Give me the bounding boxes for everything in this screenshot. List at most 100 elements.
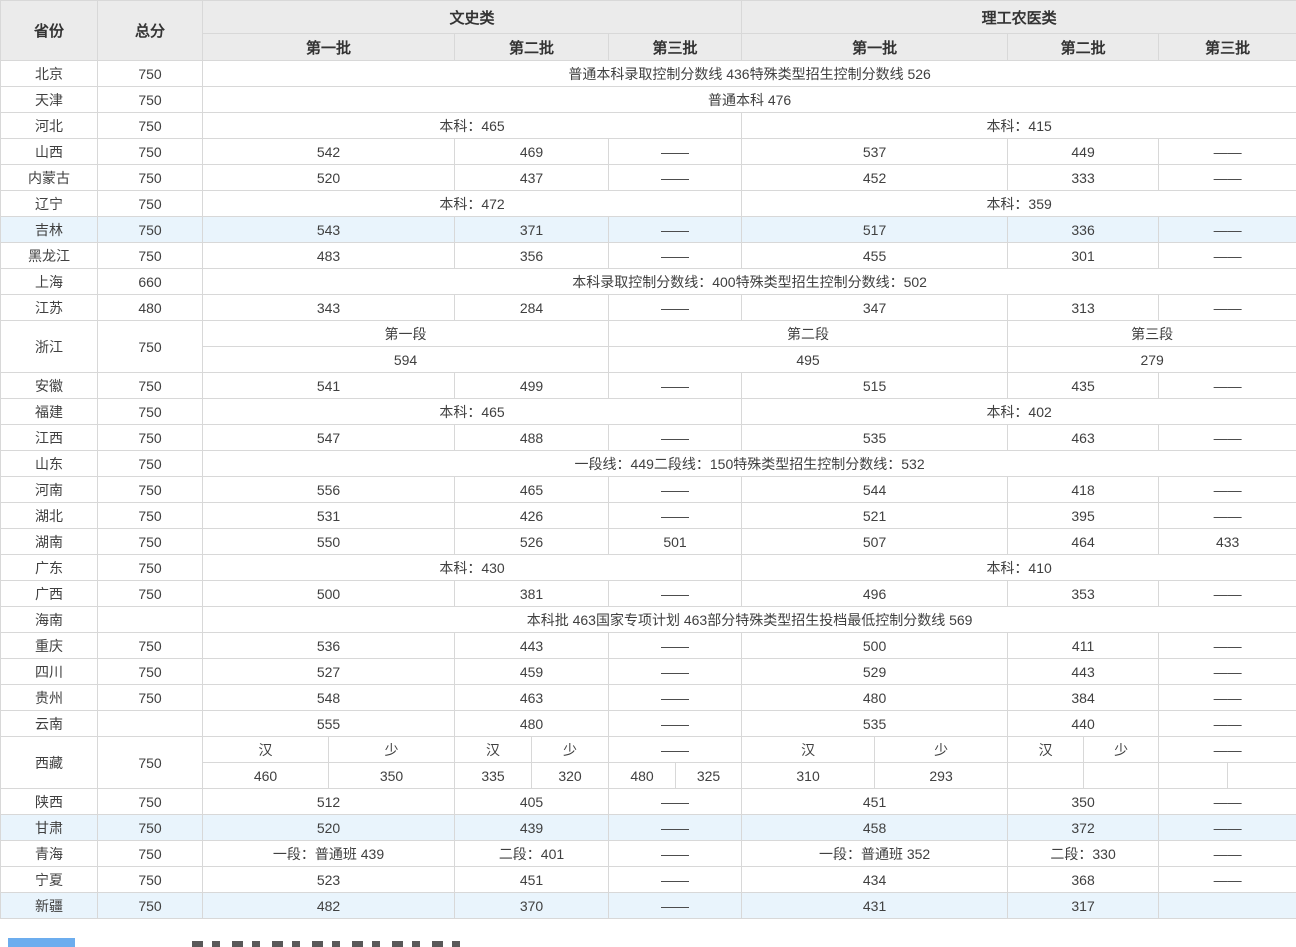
score-cell: —— xyxy=(1159,165,1296,191)
province-cell: 宁夏 xyxy=(1,867,98,893)
score-cell: 496 xyxy=(742,581,1008,607)
table-row: 广东750本科：430本科：410 xyxy=(1,555,1296,581)
score-cell: —— xyxy=(1159,867,1296,893)
total-score-cell: 480 xyxy=(98,295,203,321)
score-cell: 465 xyxy=(455,477,609,503)
score-cell: 350 xyxy=(329,763,455,789)
province-cell: 云南 xyxy=(1,711,98,737)
score-cell: —— xyxy=(1159,581,1296,607)
total-score-cell: 660 xyxy=(98,269,203,295)
score-cell: —— xyxy=(1159,477,1296,503)
table-row: 浙江750第一段第二段第三段 xyxy=(1,321,1296,347)
score-cell: 529 xyxy=(742,659,1008,685)
total-score-cell: 750 xyxy=(98,529,203,555)
score-cell: —— xyxy=(1159,685,1296,711)
score-cell: —— xyxy=(1159,737,1296,763)
score-cell: 353 xyxy=(1008,581,1159,607)
table-row: 辽宁750本科：472本科：359 xyxy=(1,191,1296,217)
score-cell: 426 xyxy=(455,503,609,529)
score-cell: 本科：465 xyxy=(203,113,742,139)
score-cell: 482 xyxy=(203,893,455,919)
score-cell: —— xyxy=(609,165,742,191)
score-cell: 435 xyxy=(1008,373,1159,399)
score-cell: 347 xyxy=(742,295,1008,321)
table-row: 重庆750536443——500411—— xyxy=(1,633,1296,659)
score-cell: 507 xyxy=(742,529,1008,555)
province-cell: 山西 xyxy=(1,139,98,165)
score-cell: 537 xyxy=(742,139,1008,165)
score-cell xyxy=(1159,763,1228,789)
score-cell: 本科：472 xyxy=(203,191,742,217)
table-row: 四川750527459——529443—— xyxy=(1,659,1296,685)
score-cell: —— xyxy=(1159,711,1296,737)
table-header: 省份 总分 文史类 理工农医类 第一批 第二批 第三批 第一批 第二批 第三批 xyxy=(1,1,1296,61)
total-score-cell: 750 xyxy=(98,191,203,217)
total-score-cell: 750 xyxy=(98,555,203,581)
score-cell: 384 xyxy=(1008,685,1159,711)
province-cell: 浙江 xyxy=(1,321,98,373)
score-cell: 460 xyxy=(203,763,329,789)
score-cell: 336 xyxy=(1008,217,1159,243)
province-cell: 四川 xyxy=(1,659,98,685)
score-cell: 313 xyxy=(1008,295,1159,321)
total-score-cell: 750 xyxy=(98,87,203,113)
score-cell: 555 xyxy=(203,711,455,737)
score-cell: —— xyxy=(609,139,742,165)
score-cell: 437 xyxy=(455,165,609,191)
score-cell: 464 xyxy=(1008,529,1159,555)
score-cell: 少 xyxy=(1084,737,1159,763)
score-cell: 449 xyxy=(1008,139,1159,165)
score-cell: —— xyxy=(1159,633,1296,659)
header-sci-batch1: 第一批 xyxy=(742,34,1008,61)
score-cell: —— xyxy=(1159,503,1296,529)
score-cell: 594 xyxy=(203,347,609,373)
table-row: 湖南750550526501507464433 xyxy=(1,529,1296,555)
score-cell: 第一段 xyxy=(203,321,609,347)
table-row: 甘肃750520439——458372—— xyxy=(1,815,1296,841)
province-cell: 北京 xyxy=(1,61,98,87)
province-cell: 黑龙江 xyxy=(1,243,98,269)
score-cell: —— xyxy=(609,503,742,529)
total-score-cell: 750 xyxy=(98,373,203,399)
table-row: 吉林750543371——517336—— xyxy=(1,217,1296,243)
score-cell: —— xyxy=(1159,373,1296,399)
score-cell: 455 xyxy=(742,243,1008,269)
table-row: 海南本科批 463国家专项计划 463部分特殊类型招生投档最低控制分数线 569 xyxy=(1,607,1296,633)
score-cell: 434 xyxy=(742,867,1008,893)
score-cell: 293 xyxy=(875,763,1008,789)
total-score-cell: 750 xyxy=(98,139,203,165)
table-row: 江西750547488——535463—— xyxy=(1,425,1296,451)
score-cell: 370 xyxy=(455,893,609,919)
score-cell: 一段：普通班 439 xyxy=(203,841,455,867)
score-cell: 二段：330 xyxy=(1008,841,1159,867)
score-cell: 547 xyxy=(203,425,455,451)
score-cell: 本科录取控制分数线：400特殊类型招生控制分数线：502 xyxy=(203,269,1296,295)
score-cell: —— xyxy=(1159,295,1296,321)
province-cell: 江苏 xyxy=(1,295,98,321)
province-cell: 贵州 xyxy=(1,685,98,711)
score-cell: —— xyxy=(609,841,742,867)
score-cell: 531 xyxy=(203,503,455,529)
score-cell: 443 xyxy=(1008,659,1159,685)
total-score-cell: 750 xyxy=(98,685,203,711)
score-cell: —— xyxy=(609,893,742,919)
province-cell: 广东 xyxy=(1,555,98,581)
score-cell: 本科：430 xyxy=(203,555,742,581)
score-cell: 523 xyxy=(203,867,455,893)
table-row: 宁夏750523451——434368—— xyxy=(1,867,1296,893)
total-score-cell: 750 xyxy=(98,659,203,685)
score-cell: —— xyxy=(1159,425,1296,451)
province-cell: 新疆 xyxy=(1,893,98,919)
score-cell: 488 xyxy=(455,425,609,451)
score-cell: 536 xyxy=(203,633,455,659)
score-cell: 463 xyxy=(455,685,609,711)
score-cell: 520 xyxy=(203,815,455,841)
score-cell: 333 xyxy=(1008,165,1159,191)
score-cell: 535 xyxy=(742,711,1008,737)
score-cell: 439 xyxy=(455,815,609,841)
score-cell: —— xyxy=(609,815,742,841)
score-cell: 480 xyxy=(742,685,1008,711)
score-cell: 350 xyxy=(1008,789,1159,815)
header-group-science: 理工农医类 xyxy=(742,1,1296,34)
score-cell: 542 xyxy=(203,139,455,165)
